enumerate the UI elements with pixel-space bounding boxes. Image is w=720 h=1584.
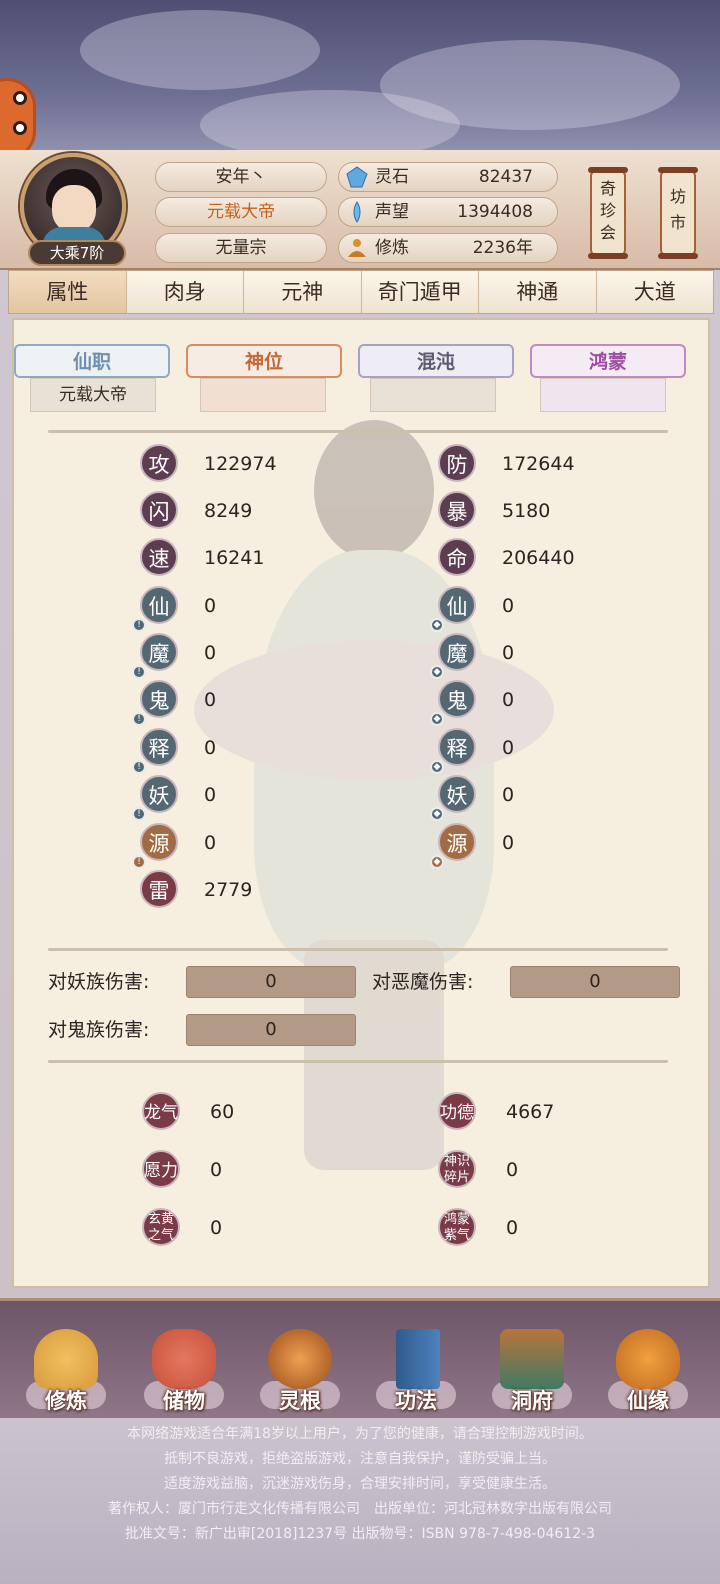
attribute-panel: 仙职 元载大帝 神位 混沌 鸿蒙 攻 122974 闪 8249 速 16241 仙!… xyxy=(12,318,710,1288)
player-title: 元载大帝 xyxy=(155,197,327,227)
menu-cultivate[interactable]: 修炼 xyxy=(16,1321,116,1417)
menu-cave[interactable]: 洞府 xyxy=(482,1321,582,1417)
title-slots: 仙职 元载大帝 神位 混沌 鸿蒙 xyxy=(14,344,708,416)
treasure-auction-button[interactable]: 奇珍会 xyxy=(588,167,628,259)
damage-value: 0 xyxy=(186,966,356,998)
damage-label: 对恶魔伤害: xyxy=(372,971,474,993)
attack-mark-icon: ! xyxy=(132,807,146,821)
sky-background xyxy=(0,0,720,170)
tab-body[interactable]: 肉身 xyxy=(126,271,244,313)
reputation-icon xyxy=(353,201,361,223)
resource-label: 灵石 xyxy=(375,167,409,187)
footer-line: 适度游戏益脑，沉迷游戏伤身，合理安排时间，享受健康生活。 xyxy=(164,1476,556,1492)
realm-badge: 大乘7阶 xyxy=(28,240,126,266)
title-hongmeng-value xyxy=(540,378,666,412)
menu-fate[interactable]: 仙缘 xyxy=(598,1321,698,1417)
attribute-tabs: 属性 肉身 元神 奇门遁甲 神通 大道 xyxy=(8,270,714,314)
tab-qimen[interactable]: 奇门遁甲 xyxy=(361,271,479,313)
tab-dao[interactable]: 大道 xyxy=(596,271,713,313)
resource-reputation: 声望 1394408 xyxy=(338,197,558,227)
divider xyxy=(48,948,668,951)
spirit-root-icon xyxy=(268,1329,332,1389)
market-button[interactable]: 坊市 xyxy=(658,167,698,259)
damage-label: 对鬼族伤害: xyxy=(48,1019,150,1041)
title-immortal-office[interactable]: 仙职 xyxy=(14,344,170,378)
tab-soul[interactable]: 元神 xyxy=(244,271,362,313)
menu-techniques[interactable]: 功法 xyxy=(366,1321,466,1417)
title-divine-rank[interactable]: 神位 xyxy=(186,344,342,378)
tab-attributes[interactable]: 属性 xyxy=(9,271,127,313)
damage-value: 0 xyxy=(186,1014,356,1046)
footer-line: 本网络游戏适合年满18岁以上用户，为了您的健康，请合理控制游戏时间。 xyxy=(127,1426,593,1442)
title-hongmeng[interactable]: 鸿蒙 xyxy=(530,344,686,378)
damage-label: 对妖族伤害: xyxy=(48,971,150,993)
resource-label: 修炼 xyxy=(375,238,409,258)
attack-mark-icon: ! xyxy=(132,618,146,632)
attack-mark-icon: ! xyxy=(132,665,146,679)
tab-abilities[interactable]: 神通 xyxy=(479,271,597,313)
shield-mark-icon: ◆ xyxy=(430,618,444,632)
resource-value: 2236年 xyxy=(472,238,533,258)
book-icon xyxy=(396,1329,440,1389)
attack-mark-icon: ! xyxy=(132,855,146,869)
spirit-stone-icon xyxy=(346,166,368,188)
shield-mark-icon: ◆ xyxy=(430,665,444,679)
title-chaos[interactable]: 混沌 xyxy=(358,344,514,378)
player-name: 安年丶 xyxy=(155,162,327,192)
player-sect: 无量宗 xyxy=(155,233,327,263)
damage-value: 0 xyxy=(510,966,680,998)
footer-line: 抵制不良游戏，拒绝盗版游戏，注意自我保护，谨防受骗上当。 xyxy=(164,1451,556,1467)
shield-mark-icon: ◆ xyxy=(430,712,444,726)
compliance-footer: 本网络游戏适合年满18岁以上用户，为了您的健康，请合理控制游戏时间。 抵制不良游… xyxy=(0,1418,720,1584)
gourd-icon xyxy=(616,1329,680,1389)
title-divine-rank-value xyxy=(200,378,326,412)
attack-mark-icon: ! xyxy=(132,712,146,726)
divider xyxy=(48,1060,668,1063)
shield-mark-icon: ◆ xyxy=(430,855,444,869)
resource-cultivation: 修炼 2236年 xyxy=(338,233,558,263)
bottom-menu: 修炼 储物 灵根 功法 洞府 仙缘 xyxy=(0,1298,720,1418)
meditate-icon xyxy=(34,1329,98,1389)
attack-mark-icon: ! xyxy=(132,760,146,774)
shield-mark-icon: ◆ xyxy=(430,760,444,774)
cave-house-icon xyxy=(500,1329,564,1389)
menu-spirit-root[interactable]: 灵根 xyxy=(250,1321,350,1417)
resource-label: 声望 xyxy=(375,202,409,222)
footer-line: 著作权人：厦门市行走文化传播有限公司 出版单位：河北冠林数字出版有限公司 xyxy=(108,1501,612,1517)
title-chaos-value xyxy=(370,378,496,412)
resource-spirit-stone: 灵石 82437 xyxy=(338,162,558,192)
divider xyxy=(48,430,668,433)
floating-pet-button[interactable] xyxy=(0,78,36,160)
storage-bag-icon xyxy=(152,1329,216,1389)
menu-storage[interactable]: 储物 xyxy=(134,1321,234,1417)
resource-value: 1394408 xyxy=(457,202,533,222)
title-immortal-office-value: 元载大帝 xyxy=(30,378,156,412)
footer-line: 批准文号：新广出审[2018]1237号 出版物号：ISBN 978-7-498… xyxy=(124,1526,596,1542)
cultivation-icon xyxy=(348,239,366,257)
shield-mark-icon: ◆ xyxy=(430,807,444,821)
resource-value: 82437 xyxy=(478,167,533,187)
